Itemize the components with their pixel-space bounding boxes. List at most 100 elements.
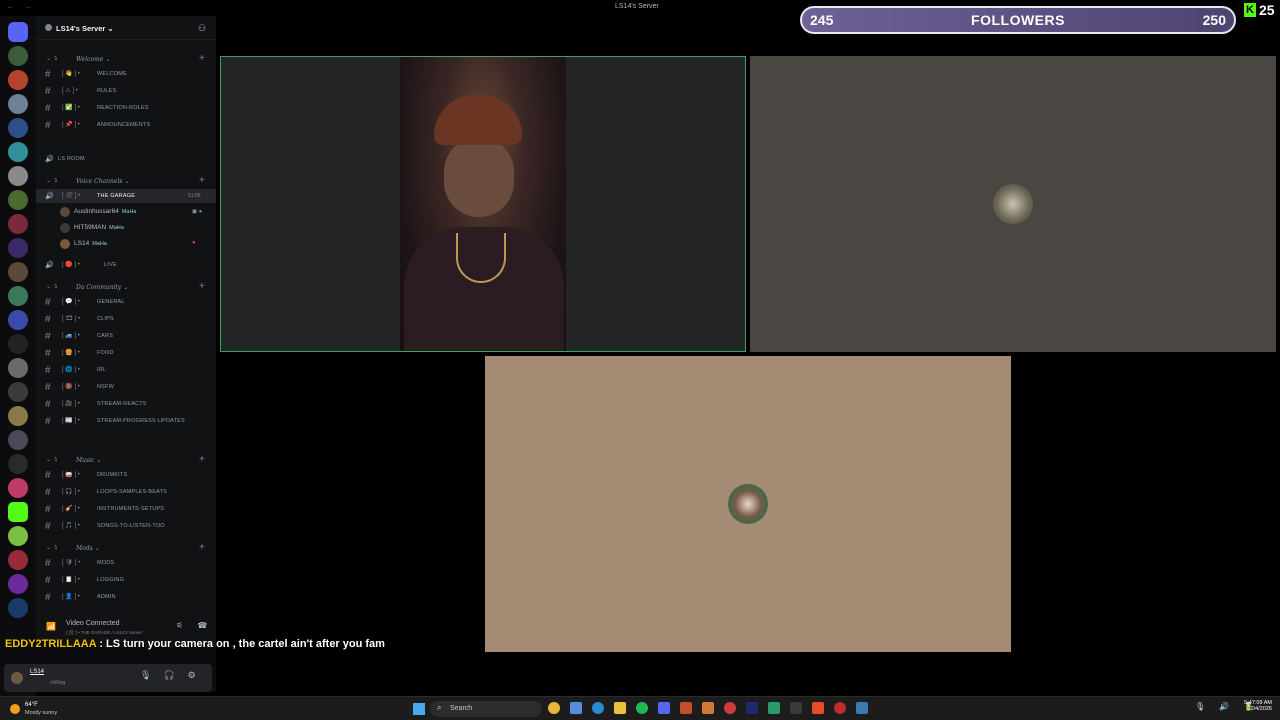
avatar bbox=[60, 207, 70, 217]
brave-icon[interactable] bbox=[812, 702, 824, 714]
video-tile-camera[interactable] bbox=[220, 56, 746, 352]
server-icon[interactable] bbox=[8, 310, 28, 330]
kick-server-icon[interactable] bbox=[8, 502, 28, 522]
chat-text: : LS turn your camera on , the cartel ai… bbox=[96, 638, 385, 650]
channel-irl[interactable]: # [ 🌐 ] • IRL bbox=[36, 363, 216, 377]
server-icon[interactable] bbox=[8, 142, 28, 162]
chrome-icon[interactable] bbox=[548, 702, 560, 714]
avatar[interactable] bbox=[11, 672, 23, 684]
server-icon[interactable] bbox=[8, 94, 28, 114]
server-icon[interactable] bbox=[8, 46, 28, 66]
nav-arrows-icon[interactable]: ← → bbox=[6, 2, 36, 11]
add-channel-icon[interactable]: + bbox=[199, 175, 205, 186]
start-button[interactable] bbox=[413, 703, 425, 715]
server-icon[interactable] bbox=[8, 550, 28, 570]
file-explorer-icon[interactable] bbox=[614, 702, 626, 714]
voice-connected-title: Video Connected bbox=[66, 620, 120, 627]
channel-mods[interactable]: # [ 🛡 ] • MODS bbox=[36, 556, 216, 570]
chevron-down-icon: ⌄ ↴ bbox=[46, 178, 58, 184]
server-icon[interactable] bbox=[8, 166, 28, 186]
channel-the-garage[interactable]: 🔊 [ 🛠 ] • THE GARAGE 51:06 bbox=[36, 189, 216, 203]
voice-connected-channel[interactable]: [ 🛠 ] • THE GARAGE / LS14's Server bbox=[66, 630, 142, 636]
add-channel-icon[interactable]: + bbox=[199, 281, 205, 292]
channel-drumkits[interactable]: # [ 🥁 ] • DRUMKITS bbox=[36, 468, 216, 482]
app-icon[interactable] bbox=[856, 702, 868, 714]
channel-logging[interactable]: # [ 📋 ] • LOGGING bbox=[36, 573, 216, 587]
chain-necklace bbox=[456, 233, 506, 283]
cap bbox=[434, 95, 522, 145]
spotify-icon[interactable] bbox=[636, 702, 648, 714]
app-icon[interactable] bbox=[680, 702, 692, 714]
add-channel-icon[interactable]: + bbox=[199, 53, 205, 64]
app-icon[interactable] bbox=[702, 702, 714, 714]
taskbar-clock[interactable]: 5:47:09 AM 2/4/2026 bbox=[1240, 700, 1272, 712]
invite-people-icon[interactable]: ⚇ bbox=[198, 23, 206, 34]
channel-admin[interactable]: # [ 👤 ] • ADMIN bbox=[36, 590, 216, 604]
disconnect-icon[interactable]: ⚟ ☎ bbox=[176, 621, 213, 630]
server-icon[interactable] bbox=[8, 334, 28, 354]
channel-reaction-roles[interactable]: # [ ✅ ] • REACTION-ROLES bbox=[36, 101, 216, 115]
server-name[interactable]: LS14's Server ⌄ bbox=[56, 24, 114, 33]
channel-general[interactable]: # [ 💬 ] • GENERAL bbox=[36, 295, 216, 309]
channel-food[interactable]: # [ 🍔 ] • FOOD bbox=[36, 346, 216, 360]
server-icon[interactable] bbox=[8, 238, 28, 258]
server-icon[interactable] bbox=[8, 118, 28, 138]
channel-ls-room[interactable]: 🔊 LS ROOM bbox=[36, 152, 216, 166]
server-icon[interactable] bbox=[8, 70, 28, 90]
channel-rules[interactable]: # [ ⚠ ] • RULES bbox=[36, 84, 216, 98]
window-title: LS14's Server bbox=[615, 3, 659, 10]
voice-user[interactable]: Austinhussar64 MaHa ◼ ● bbox=[36, 204, 216, 220]
channel-announcements[interactable]: # [ 📌 ] • ANNOUNCEMENTS bbox=[36, 118, 216, 132]
taskbar-search[interactable]: ⌕ Search bbox=[430, 701, 542, 717]
category-music[interactable]: ⌄ ↴ Music ⌄ + bbox=[36, 453, 216, 467]
channel-clips[interactable]: # [ 🎞 ] • CLIPS bbox=[36, 312, 216, 326]
app-icon[interactable] bbox=[724, 702, 736, 714]
server-header[interactable]: LS14's Server ⌄ ⚇ bbox=[36, 16, 216, 40]
windows-taskbar: 64°F Mostly sunny ⌕ Search 🎙 🔊 🔋 5:47:09… bbox=[0, 696, 1280, 720]
username[interactable]: LS14 bbox=[30, 669, 44, 675]
category-welcome[interactable]: ⌄ ↴ Welcome ⌄ + bbox=[36, 52, 216, 66]
server-icon[interactable] bbox=[8, 430, 28, 450]
server-icon[interactable] bbox=[8, 190, 28, 210]
server-icon[interactable] bbox=[8, 382, 28, 402]
channel-cars[interactable]: # [ 🚙 ] • CARS bbox=[36, 329, 216, 343]
channel-stream-reacts[interactable]: # [ 🎥 ] • STREAM-REACTS bbox=[36, 397, 216, 411]
mic-headset-settings-icon[interactable]: 🎙 🎧 ⚙ bbox=[140, 670, 201, 681]
add-channel-icon[interactable]: + bbox=[199, 542, 205, 553]
voice-user[interactable]: HIT59MAN MaHa bbox=[36, 220, 216, 236]
server-icon[interactable] bbox=[8, 358, 28, 378]
app-icon[interactable] bbox=[768, 702, 780, 714]
discord-home-icon[interactable] bbox=[8, 22, 28, 42]
server-icon[interactable] bbox=[8, 454, 28, 474]
app-icon[interactable] bbox=[790, 702, 802, 714]
server-icon[interactable] bbox=[8, 574, 28, 594]
app-icon[interactable] bbox=[570, 702, 582, 714]
channel-instruments-setups[interactable]: # [ 🎸 ] • INSTRUMENTS-SETUPS bbox=[36, 502, 216, 516]
server-icon[interactable] bbox=[8, 478, 28, 498]
server-icon[interactable] bbox=[8, 262, 28, 282]
video-tile-avatar[interactable] bbox=[750, 56, 1276, 352]
channel-songs-to-listen-too[interactable]: # [ 🎵 ] • SONGS-TO-LISTEN-TOO bbox=[36, 519, 216, 533]
channel-stream-progress-updates[interactable]: # [ 📰 ] • STREAM-PROGRESS-UPDATES bbox=[36, 414, 216, 428]
server-icon[interactable] bbox=[8, 406, 28, 426]
channel-loops-samples-beats[interactable]: # [ 🎧 ] • LOOPS-SAMPLES-BEATS bbox=[36, 485, 216, 499]
server-icon[interactable] bbox=[8, 286, 28, 306]
photoshop-icon[interactable] bbox=[746, 702, 758, 714]
channel-nsfw[interactable]: # [ 🔞 ] • NSFW bbox=[36, 380, 216, 394]
discord-icon[interactable] bbox=[658, 702, 670, 714]
edge-icon[interactable] bbox=[592, 702, 604, 714]
avatar bbox=[60, 239, 70, 249]
category-da-community[interactable]: ⌄ ↴ Da Community ⌄ + bbox=[36, 280, 216, 294]
server-icon[interactable] bbox=[8, 214, 28, 234]
channel-live[interactable]: 🔊 [ 🔴 ] • LIVE bbox=[36, 258, 216, 272]
category-mods[interactable]: ⌄ ↴ Mods ⌄ + bbox=[36, 541, 216, 555]
video-tile-avatar[interactable] bbox=[485, 356, 1011, 652]
category-voice-channels[interactable]: ⌄ ↴ Voice Channels ⌄ + bbox=[36, 174, 216, 188]
kick-logo-icon: K bbox=[1244, 3, 1256, 17]
channel-welcome[interactable]: # [ 👋 ] • WELCOME bbox=[36, 67, 216, 81]
voice-user[interactable]: LS14 MaHa ● bbox=[36, 236, 216, 252]
server-icon[interactable] bbox=[8, 598, 28, 618]
server-icon[interactable] bbox=[8, 526, 28, 546]
app-icon[interactable] bbox=[834, 702, 846, 714]
add-channel-icon[interactable]: + bbox=[199, 454, 205, 465]
